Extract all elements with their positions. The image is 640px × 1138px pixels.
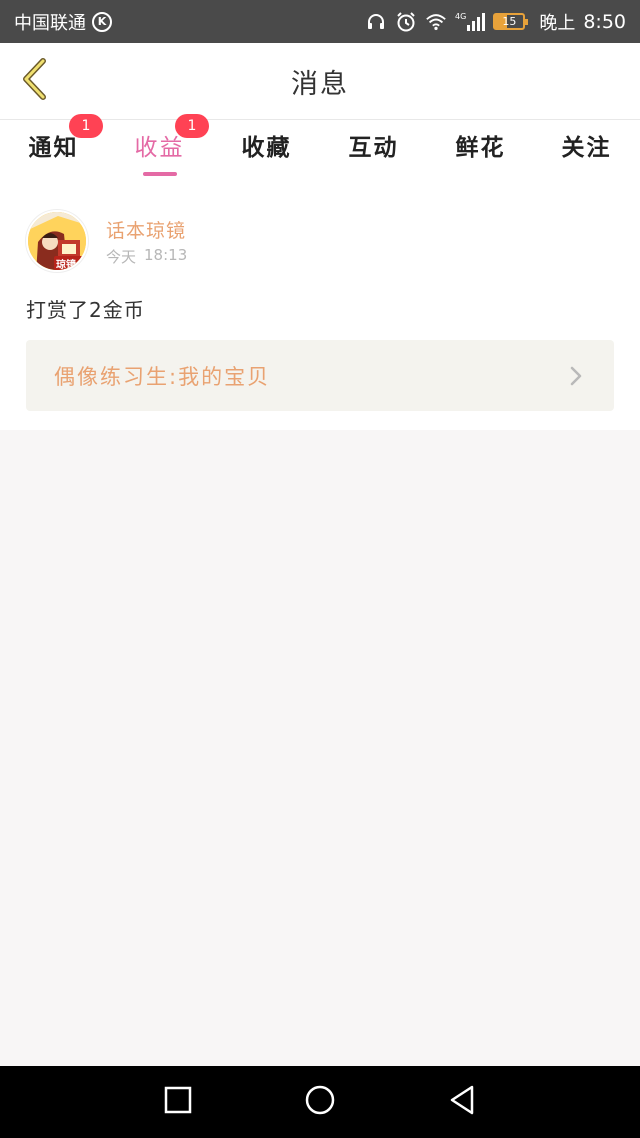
recent-apps-icon (164, 1086, 192, 1118)
book-link-card[interactable]: 偶像练习生:我的宝贝 (26, 340, 614, 411)
system-navigation-bar (0, 1066, 640, 1138)
tab-favorites[interactable]: 收藏 (213, 120, 320, 180)
tab-notifications[interactable]: 通知 1 (0, 114, 107, 180)
message-timestamp: 今天 18:13 (106, 246, 187, 267)
wifi-icon (425, 11, 447, 33)
signal-icon: 4G (455, 11, 486, 33)
home-button[interactable] (300, 1082, 340, 1122)
avatar[interactable]: 琼镜 (26, 210, 88, 272)
tab-earnings[interactable]: 收益 1 (106, 114, 213, 180)
message-text: 打赏了2金币 (26, 298, 145, 322)
message-item: 琼镜 话本琼镜 今天 18:13 打赏了2金币 偶像练习生:我的宝贝 (0, 180, 640, 430)
tab-flowers[interactable]: 鲜花 (427, 120, 534, 180)
alarm-icon (395, 11, 417, 33)
tab-label: 互动 (348, 135, 399, 161)
message-date: 今天 (106, 248, 137, 266)
chevron-right-icon (566, 364, 586, 388)
tab-follows[interactable]: 关注 (533, 120, 640, 180)
sender-name[interactable]: 话本琼镜 (106, 216, 186, 243)
tab-label: 关注 (561, 135, 612, 161)
page-title: 消息 (291, 68, 349, 100)
time-prefix: 晚上 (539, 12, 576, 34)
home-icon (304, 1084, 336, 1120)
tab-label: 收藏 (241, 135, 292, 161)
tab-label: 鲜花 (455, 135, 506, 161)
back-button[interactable] (14, 57, 54, 105)
headset-icon (365, 11, 387, 33)
carrier-k-icon: K (92, 11, 112, 32)
recent-apps-button[interactable] (158, 1082, 198, 1122)
tab-interactions[interactable]: 互动 (320, 120, 427, 180)
status-bar: 中国联通 K 4G 15 晚上 8:50 (0, 0, 640, 43)
battery-icon: 15 (493, 13, 529, 30)
status-time: 8:50 (583, 10, 626, 33)
active-tab-indicator (142, 172, 177, 176)
network-type-label: 4G (455, 12, 466, 21)
avatar-label: 琼镜 (56, 260, 76, 271)
header: 消息 (0, 43, 640, 120)
message-time: 18:13 (144, 246, 188, 264)
back-nav-button[interactable] (442, 1082, 482, 1122)
carrier-name: 中国联通 (14, 12, 86, 34)
battery-level: 15 (502, 15, 517, 28)
book-title: 偶像练习生:我的宝贝 (54, 364, 271, 389)
unread-badge: 1 (69, 114, 103, 138)
back-icon (448, 1084, 476, 1120)
unread-badge: 1 (175, 114, 209, 138)
chevron-left-icon (19, 57, 49, 105)
tab-bar: 通知 1 收益 1 收藏 互动 鲜花 关注 (0, 114, 640, 180)
